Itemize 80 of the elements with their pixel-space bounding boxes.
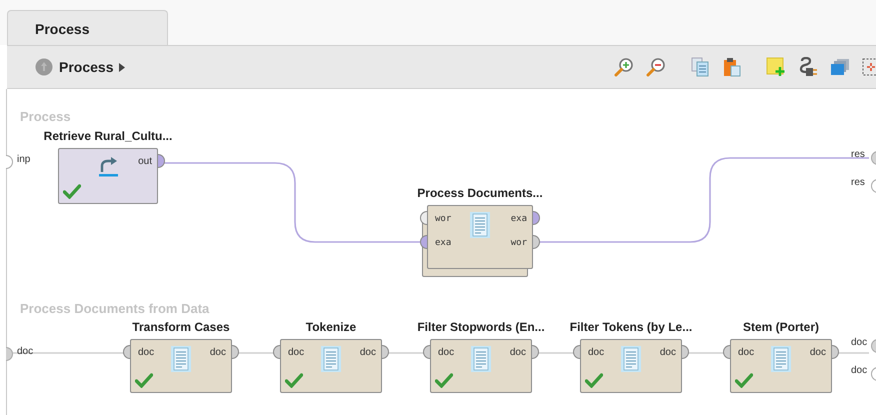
connection-wire xyxy=(688,352,724,354)
paste-icon[interactable] xyxy=(722,57,742,77)
process-tab[interactable]: Process xyxy=(7,10,168,45)
port-connector[interactable] xyxy=(832,345,839,359)
port-connector[interactable] xyxy=(6,155,13,169)
operator-title: Stem (Porter) xyxy=(743,320,819,334)
port-connector[interactable] xyxy=(533,211,540,225)
layers-icon[interactable] xyxy=(830,57,850,77)
document-icon xyxy=(471,346,491,372)
operator-box[interactable]: doc doc xyxy=(130,339,232,393)
port-label: doc xyxy=(17,346,34,357)
operator-title: Tokenize xyxy=(306,320,356,334)
connection-wire xyxy=(538,352,574,354)
plug-icon[interactable] xyxy=(798,57,818,77)
operator-box[interactable]: out xyxy=(58,148,158,204)
port-connector[interactable] xyxy=(871,339,876,353)
curved-arrow-icon xyxy=(97,155,119,177)
operator-box[interactable]: doc doc xyxy=(730,339,832,393)
port-label: res xyxy=(851,177,865,188)
port-label: doc xyxy=(738,346,754,360)
port-connector[interactable] xyxy=(232,345,239,359)
port-connector[interactable] xyxy=(123,345,130,359)
port-connector[interactable] xyxy=(158,154,165,168)
add-note-icon[interactable] xyxy=(766,57,786,77)
port-connector[interactable] xyxy=(533,235,540,249)
operator-title: Filter Stopwords (En... xyxy=(417,320,545,334)
port-label: inp xyxy=(17,154,30,165)
document-icon xyxy=(321,346,341,372)
port-label: exa xyxy=(435,237,452,250)
port-connector[interactable] xyxy=(382,345,389,359)
document-icon xyxy=(771,346,791,372)
caret-icon[interactable] xyxy=(119,62,126,72)
connection-wire xyxy=(388,352,424,354)
port-label: doc xyxy=(851,337,868,348)
port-connector[interactable] xyxy=(423,345,430,359)
port-connector[interactable] xyxy=(871,151,876,165)
document-icon xyxy=(171,346,191,372)
port-connector[interactable] xyxy=(6,347,13,361)
operator-title: Filter Tokens (by Le... xyxy=(570,320,692,334)
document-icon xyxy=(621,346,641,372)
operator-title: Retrieve Rural_Cultu... xyxy=(44,129,172,143)
port-label: out xyxy=(138,155,152,169)
section-title: Process Documents from Data xyxy=(20,301,210,316)
zoom-out-icon[interactable] xyxy=(646,57,666,77)
port-connector[interactable] xyxy=(682,345,689,359)
port-label: exa xyxy=(510,213,527,226)
document-icon xyxy=(470,212,490,238)
port-label: doc xyxy=(360,346,376,360)
port-label: doc xyxy=(510,346,526,360)
port-label: wor xyxy=(510,237,527,250)
port-connector[interactable] xyxy=(420,211,427,225)
operator-box[interactable]: doc doc xyxy=(430,339,532,393)
port-label: doc xyxy=(588,346,604,360)
port-label: doc xyxy=(851,365,868,376)
fit-icon[interactable] xyxy=(862,57,876,77)
port-label: wor xyxy=(435,213,452,226)
section-title: Process xyxy=(20,109,71,124)
port-label: doc xyxy=(660,346,676,360)
operator-title: Process Documents... xyxy=(417,186,543,200)
zoom-in-icon[interactable] xyxy=(614,57,634,77)
port-connector[interactable] xyxy=(723,345,730,359)
port-connector[interactable] xyxy=(532,345,539,359)
port-label: doc xyxy=(210,346,226,360)
port-connector[interactable] xyxy=(273,345,280,359)
operator-title: Transform Cases xyxy=(132,320,230,334)
operator-box[interactable]: doc doc xyxy=(280,339,382,393)
port-connector[interactable] xyxy=(871,367,876,381)
copy-icon[interactable] xyxy=(690,57,710,77)
port-label: doc xyxy=(438,346,454,360)
port-label: doc xyxy=(810,346,826,360)
port-connector[interactable] xyxy=(573,345,580,359)
connection-wire xyxy=(838,352,869,354)
port-label: res xyxy=(851,149,865,160)
breadcrumb-link[interactable]: Process xyxy=(59,59,114,75)
port-connector[interactable] xyxy=(420,235,427,249)
port-label: doc xyxy=(288,346,304,360)
operator-box[interactable]: doc doc xyxy=(580,339,682,393)
port-label: doc xyxy=(138,346,154,360)
connection-wire xyxy=(238,352,274,354)
port-connector[interactable] xyxy=(871,179,876,193)
